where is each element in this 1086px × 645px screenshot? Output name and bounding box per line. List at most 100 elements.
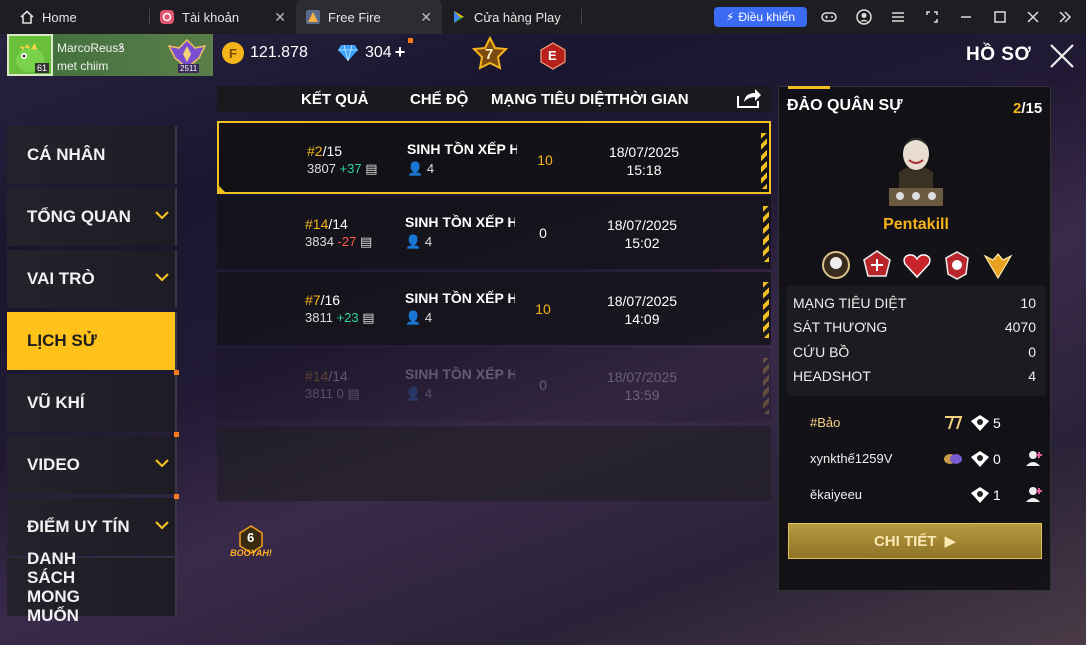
free-fire-app-icon	[306, 10, 320, 24]
home-icon	[20, 10, 34, 24]
match-kills: 10	[537, 152, 553, 168]
player-status: met chiim	[57, 59, 109, 73]
column-header-result: KẾT QUẢ	[301, 91, 369, 108]
maximize-icon[interactable]	[992, 9, 1008, 25]
add-friend-icon[interactable]	[1024, 485, 1044, 503]
rank-star-number: 7	[485, 46, 494, 63]
add-diamond-icon[interactable]: +	[395, 42, 406, 63]
account-app-icon	[160, 10, 174, 24]
close-icon[interactable]: ✕	[420, 9, 432, 26]
diamond-counter[interactable]: 304 +	[337, 38, 414, 63]
teammate-kills: 0	[993, 451, 1001, 467]
tab-home[interactable]: Home	[0, 0, 150, 34]
booyah-label: BOOYAH!	[230, 548, 272, 558]
minimize-icon[interactable]	[958, 9, 974, 25]
medal-headshot-icon	[940, 248, 974, 282]
gold-coin-icon: F	[222, 42, 244, 64]
player-text: MarcoReusꝸ met chiim	[53, 34, 125, 76]
sidebar-item-label: TỔNG QUAN	[27, 207, 131, 226]
sidebar-item-label: VAI TRÒ	[27, 269, 95, 288]
stat-damage: SÁT THƯƠNG 4070	[793, 319, 1036, 335]
elite-letter: E	[548, 48, 557, 63]
stat-headshots: HEADSHOT 4	[793, 368, 1036, 384]
detail-button-label: CHI TIẾT	[873, 532, 937, 550]
column-header-mode: CHẾ ĐỘ	[410, 91, 469, 108]
tab-account[interactable]: Tài khoản ✕	[150, 0, 296, 34]
lightning-icon: ⚡	[725, 10, 735, 24]
match-datetime: 18/07/2025 15:02	[606, 217, 678, 251]
diamond-icon	[338, 44, 358, 61]
tab-play-store[interactable]: Cửa hàng Play	[442, 0, 582, 34]
share-icon[interactable]	[735, 86, 763, 110]
close-profile-button[interactable]	[1048, 42, 1076, 70]
match-row[interactable]: #7/16 3811 +23 ▤ SINH TỒN XẾP HẠ 👤 4 10 …	[217, 272, 771, 345]
row-stripe	[761, 133, 767, 189]
control-button[interactable]: ⚡ Điều khiển	[714, 7, 807, 27]
column-header-kills: MẠNG TIÊU DIỆT	[491, 91, 614, 108]
tab-free-fire[interactable]: Free Fire ✕	[296, 0, 442, 34]
sidebar-item-video[interactable]: VIDEO	[7, 432, 179, 494]
sidebar-item-overview[interactable]: TỔNG QUAN	[7, 188, 177, 246]
control-button-label: Điều khiển	[738, 10, 796, 24]
tab-divider	[581, 9, 582, 25]
match-points: 3834 -27 ▤	[305, 234, 373, 249]
play-arrow-icon: ▶	[944, 533, 957, 550]
match-datetime: 18/07/2025 14:09	[606, 293, 678, 327]
chevron-down-icon	[155, 211, 169, 220]
menu-icon[interactable]	[890, 9, 906, 25]
match-rank: #7/16	[305, 292, 341, 308]
sidebar-item-wishlist[interactable]: DANH SÁCH MONG MUỐN	[7, 549, 177, 625]
row-stripe	[763, 282, 769, 338]
user-account-icon[interactable]	[856, 9, 872, 25]
sidebar-item-history[interactable]: LỊCH SỬ	[7, 312, 177, 370]
teammate-name: ěkaiyeeu	[810, 487, 863, 502]
sidebar-item-label: LỊCH SỬ	[27, 331, 97, 350]
add-friend-icon[interactable]	[1024, 449, 1044, 467]
detail-button[interactable]: CHI TIẾT ▶	[788, 523, 1042, 559]
notification-dot	[408, 38, 414, 43]
page-title: HỒ SƠ	[966, 44, 1032, 65]
selected-corner	[217, 184, 227, 194]
column-header-time: THỜI GIAN	[610, 91, 689, 108]
chevron-down-icon	[155, 521, 169, 530]
match-kills: 0	[539, 377, 547, 393]
match-mode: SINH TỒN XẾP HẠ	[405, 290, 515, 306]
rank-star-badge[interactable]: 7	[470, 35, 510, 72]
score-detail-icon: ▤	[347, 386, 360, 401]
sidebar-item-roles[interactable]: VAI TRÒ	[7, 250, 177, 308]
player-name: MarcoReusꝸ	[57, 41, 125, 55]
match-datetime: 18/07/2025 15:18	[608, 144, 680, 178]
player-level: 61	[34, 63, 49, 73]
match-mode: SINH TỒN XẾP HẠ	[405, 366, 515, 382]
panel-accent-line	[788, 86, 830, 89]
character-icon	[889, 138, 943, 206]
map-name: ĐẢO QUÂN SỰ	[787, 97, 903, 114]
row-stripe	[763, 206, 769, 262]
notification-dot	[174, 494, 179, 499]
sidebar-item-reputation[interactable]: ĐIỂM UY TÍN	[7, 494, 179, 556]
match-points: 3807 +37 ▤	[307, 161, 378, 176]
match-row[interactable]: #14/14 3811 0 ▤ SINH TỒN XẾP HẠ 👤 4 0 18…	[217, 348, 771, 421]
tab-label-free-fire: Free Fire	[328, 9, 381, 25]
window-close-icon[interactable]	[1025, 9, 1041, 25]
score-detail-icon: ▤	[362, 310, 375, 325]
kill-icon	[970, 486, 990, 504]
elite-badge[interactable]: E	[540, 42, 566, 70]
screen-expand-icon[interactable]	[924, 9, 940, 25]
match-row[interactable]: #2/15 3807 +37 ▤ SINH TỒN XẾP HẠ 👤 4 10 …	[217, 121, 771, 194]
sidebar-item-personal[interactable]: CÁ NHÂN	[7, 126, 177, 184]
notification-dot	[174, 370, 179, 375]
stat-revives: CỨU BỒ 0	[793, 344, 1036, 360]
match-mode: SINH TỒN XẾP HẠ	[405, 214, 515, 230]
medal-kill-icon	[860, 248, 894, 282]
booyah-badge: 6 BOOYAH!	[228, 524, 274, 560]
gold-counter: F 121.878	[222, 42, 308, 64]
play-store-icon	[454, 11, 464, 23]
diamond-amount: 304	[365, 43, 392, 61]
sidebar-item-weapons[interactable]: VŨ KHÍ	[7, 370, 179, 432]
gamepad-icon[interactable]	[821, 9, 837, 25]
match-row[interactable]: #14/14 3834 -27 ▤ SINH TỒN XẾP HẠ 👤 4 0 …	[217, 196, 771, 269]
close-icon[interactable]: ✕	[274, 9, 286, 26]
collapse-sidebar-icon[interactable]	[1057, 9, 1073, 25]
close-icon	[1050, 44, 1074, 68]
